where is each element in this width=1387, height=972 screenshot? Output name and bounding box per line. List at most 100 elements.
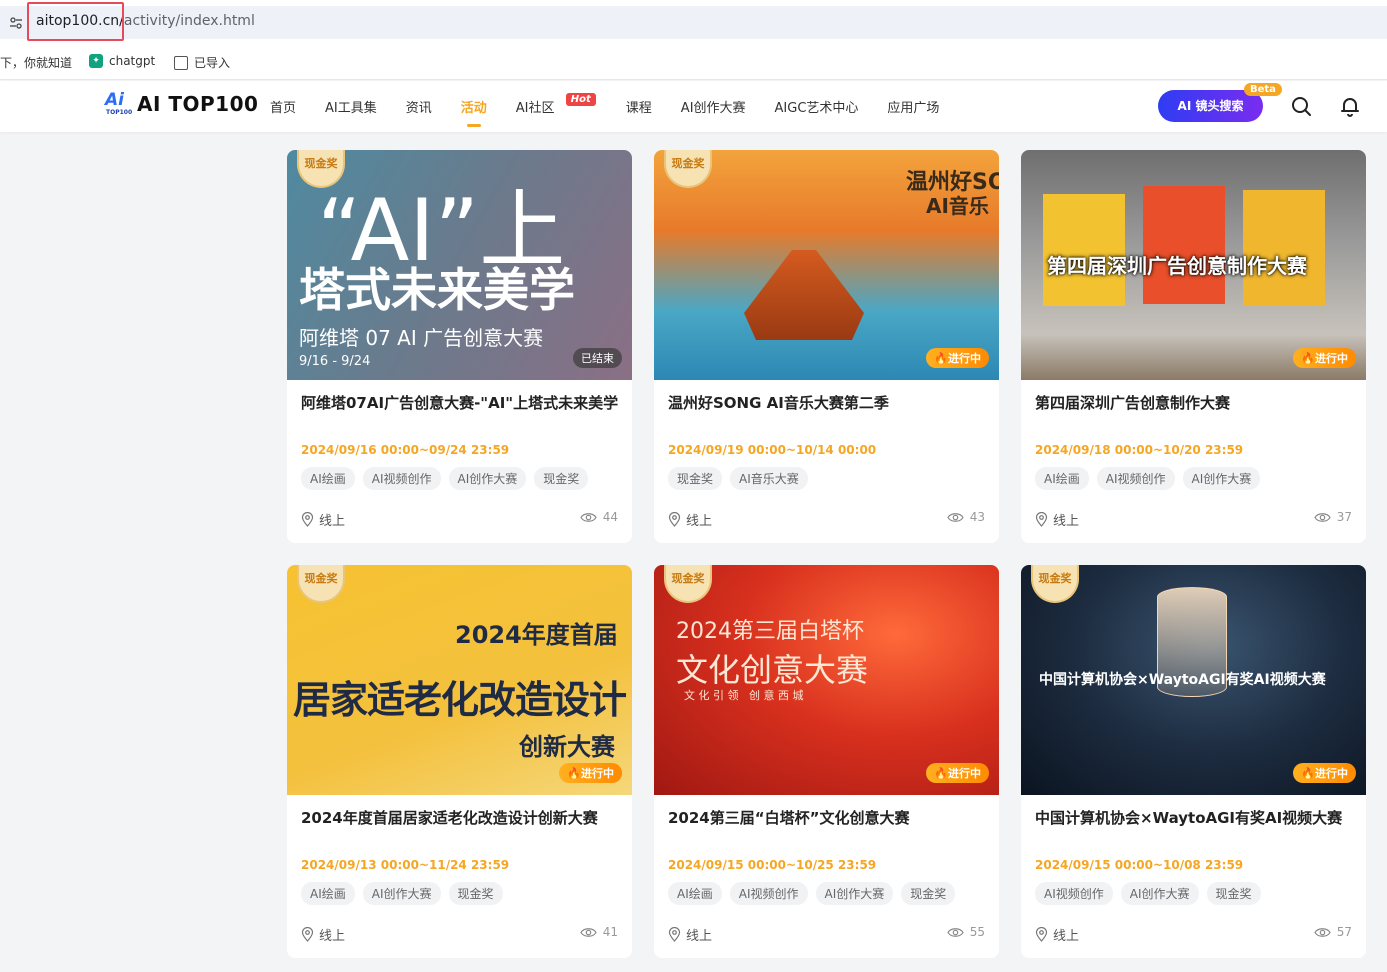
nav-app-plaza[interactable]: 应用广场: [887, 97, 939, 116]
url-highlight-box: [27, 2, 124, 41]
activity-title[interactable]: 2024第三届“白塔杯”文化创意大赛: [668, 807, 988, 829]
tag[interactable]: AI绘画: [1035, 467, 1089, 490]
nav-community-label: AI社区: [515, 101, 555, 116]
location-text: 线上: [319, 929, 346, 944]
nav-community[interactable]: AI社区 Hot: [515, 93, 596, 116]
bookmark-label: 下，你就知道: [0, 56, 73, 70]
status-badge: 🔥进行中: [926, 348, 989, 368]
nav-ai-contest[interactable]: AI创作大赛: [681, 97, 746, 116]
nav-aigc-art[interactable]: AIGC艺术中心: [775, 97, 859, 116]
activity-image: 温州好SO AI音乐: [654, 150, 999, 380]
logo-text: AI TOP100: [137, 92, 259, 116]
tag[interactable]: 现金奖: [1206, 882, 1261, 905]
activity-card[interactable]: 2024第三届白塔杯 文化创意大赛 文 化 引 领 创 意 西 城 现金奖 🔥进…: [654, 565, 999, 958]
tag[interactable]: AI创作大赛: [1182, 467, 1261, 490]
folder-icon: [174, 55, 188, 70]
bookmark-folder-imported[interactable]: 已导入: [174, 54, 230, 71]
tag[interactable]: 现金奖: [901, 882, 956, 905]
eye-icon: [947, 512, 964, 522]
nav-ai-tools[interactable]: AI工具集: [325, 97, 377, 116]
tag[interactable]: 现金奖: [448, 882, 503, 905]
tag[interactable]: AI音乐大赛: [730, 467, 808, 490]
poster-illustration: [1143, 186, 1225, 304]
nav-courses[interactable]: 课程: [626, 97, 652, 116]
site-logo[interactable]: Ai TOP100 AI TOP100: [105, 90, 258, 118]
tag[interactable]: AI绘画: [301, 467, 355, 490]
tag[interactable]: 现金奖: [668, 467, 723, 490]
bookmark-label: chatgpt: [109, 54, 156, 68]
nav-news[interactable]: 资讯: [406, 97, 432, 116]
location-pin-icon: [301, 927, 314, 942]
location-text: 线上: [686, 929, 713, 944]
chatgpt-icon: ✦: [89, 54, 103, 68]
tag[interactable]: AI视频创作: [729, 882, 808, 905]
views-text: 55: [969, 925, 985, 939]
activity-card[interactable]: 中国计算机协会×WaytoAGI有奖AI视频大赛 现金奖 🔥进行中 中国计算机协…: [1021, 565, 1366, 958]
nav-activity[interactable]: 活动: [461, 97, 487, 127]
status-badge: 🔥进行中: [1293, 348, 1356, 368]
tag[interactable]: AI创作大赛: [1120, 882, 1199, 905]
image-headline: 第四届深圳广告创意制作大赛: [1047, 254, 1307, 278]
location-pin-icon: [668, 927, 681, 942]
hot-badge: Hot: [565, 93, 596, 106]
nav-home[interactable]: 首页: [270, 97, 296, 116]
tag[interactable]: AI创作大赛: [448, 467, 527, 490]
views-text: 37: [1336, 510, 1352, 524]
tag[interactable]: 现金奖: [534, 467, 589, 490]
bookmark-chatgpt[interactable]: ✦ chatgpt: [89, 54, 155, 68]
tag-list: AI绘画 AI视频创作 AI创作大赛 现金奖: [668, 882, 956, 905]
tag[interactable]: AI视频创作: [1096, 467, 1175, 490]
activity-card[interactable]: 温州好SO AI音乐 现金奖 🔥进行中 温州好SONG AI音乐大赛第二季 20…: [654, 150, 999, 543]
location-pin-icon: [1035, 927, 1048, 942]
tag[interactable]: AI视频创作: [1035, 882, 1113, 905]
eye-icon: [1314, 927, 1331, 937]
tag[interactable]: AI绘画: [668, 882, 722, 905]
location-pin-icon: [1035, 512, 1048, 527]
view-count: 55: [947, 925, 985, 939]
logo-mark-sub: TOP100: [106, 109, 133, 116]
activity-title[interactable]: 第四届深圳广告创意制作大赛: [1035, 392, 1355, 414]
location: 线上: [668, 510, 712, 529]
activity-image: 2024年度首届 居家适老化改造设计 创新大赛: [287, 565, 632, 795]
activity-title[interactable]: 阿维塔07AI广告创意大赛-"AI"上塔式未来美学: [301, 392, 621, 414]
activity-title[interactable]: 中国计算机协会×WaytoAGI有奖AI视频大赛: [1035, 807, 1355, 829]
eye-icon: [580, 927, 597, 937]
bookmark-item[interactable]: 下，你就知道: [0, 54, 72, 71]
tag[interactable]: AI视频创作: [362, 467, 441, 490]
tag[interactable]: AI创作大赛: [815, 882, 894, 905]
bookmark-label: 已导入: [194, 56, 231, 70]
ship-illustration: [744, 250, 864, 340]
location-text: 线上: [686, 514, 713, 529]
beta-badge: Beta: [1244, 83, 1282, 96]
search-icon[interactable]: [1290, 95, 1312, 117]
view-count: 43: [947, 510, 985, 524]
tag-list: AI视频创作 AI创作大赛 现金奖: [1035, 882, 1261, 905]
site-info-icon[interactable]: [8, 15, 24, 31]
tag[interactable]: AI绘画: [301, 882, 355, 905]
notification-bell-icon[interactable]: [1339, 95, 1361, 117]
tag[interactable]: AI创作大赛: [362, 882, 441, 905]
view-count: 37: [1314, 510, 1352, 524]
eye-icon: [1314, 512, 1331, 522]
image-headline: 2024第三届白塔杯: [676, 619, 864, 644]
status-badge: 🔥进行中: [926, 763, 989, 783]
image-headline: 2024年度首届: [455, 621, 618, 649]
image-caption: 创新大赛: [519, 733, 615, 761]
status-badge: 🔥进行中: [559, 763, 622, 783]
activity-title[interactable]: 温州好SONG AI音乐大赛第二季: [668, 392, 988, 414]
image-headline: 中国计算机协会×WaytoAGI有奖AI视频大赛: [1039, 672, 1326, 688]
image-subheadline: 塔式未来美学: [299, 263, 575, 317]
location-pin-icon: [301, 512, 314, 527]
activity-card[interactable]: 第四届深圳广告创意制作大赛 🔥进行中 第四届深圳广告创意制作大赛 2024/09…: [1021, 150, 1366, 543]
location-pin-icon: [668, 512, 681, 527]
tag-list: AI绘画 AI视频创作 AI创作大赛: [1035, 467, 1261, 490]
activity-card[interactable]: 2024年度首届 居家适老化改造设计 创新大赛 现金奖 🔥进行中 2024年度首…: [287, 565, 632, 958]
activity-card[interactable]: “AI”上 塔式未来美学 阿维塔 07 AI 广告创意大赛 9/16 - 9/2…: [287, 150, 632, 543]
status-badge: 已结束: [573, 348, 622, 368]
image-caption: 文 化 引 领 创 意 西 城: [684, 689, 804, 702]
activity-title[interactable]: 2024年度首届居家适老化改造设计创新大赛: [301, 807, 621, 829]
location: 线上: [1035, 510, 1079, 529]
views-text: 57: [1336, 925, 1352, 939]
image-subheadline: AI音乐: [926, 194, 989, 218]
url-path: activity/index.html: [123, 13, 255, 29]
